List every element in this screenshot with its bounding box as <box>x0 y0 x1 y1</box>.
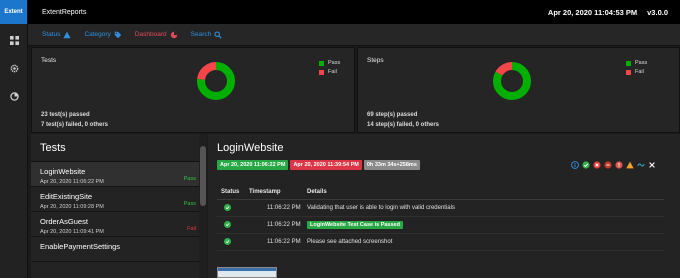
pie-chart-icon <box>170 31 177 38</box>
steps-summary-card: Steps Pass Fail 69 step(s) passed 14 ste… <box>357 47 680 133</box>
nav-search[interactable]: Search <box>190 30 223 39</box>
tests-summary-card: Tests Pass Fail 23 test(s) passed 7 test… <box>31 47 355 133</box>
search-icon <box>214 30 222 39</box>
warning-icon[interactable] <box>625 160 634 169</box>
column-timestamp: Timestamp <box>247 185 303 200</box>
log-row: 11:06:22 PM Validating that user is able… <box>217 199 664 217</box>
test-status: Pass <box>183 176 196 182</box>
nav-dashboard-label: Dashboard <box>134 31 167 38</box>
error-icon[interactable] <box>614 160 623 169</box>
steps-donut-chart <box>493 62 531 100</box>
test-time: Apr 20, 2020 11:09:28 PM <box>40 204 104 210</box>
version-label: v3.0.0 <box>647 7 668 17</box>
legend-pass: Pass <box>319 60 340 66</box>
end-time-badge: Apr 20, 2020 11:39:54 PM <box>290 160 362 170</box>
legend-pass: Pass <box>626 60 647 66</box>
log-timestamp: 11:06:22 PM <box>247 199 303 217</box>
status-filter-toolbar <box>568 160 656 169</box>
top-bar: ExtentReports Apr 20, 2020 11:04:53 PM v… <box>28 0 680 24</box>
grid-icon[interactable] <box>0 26 28 54</box>
legend-fail: Fail <box>626 69 647 75</box>
log-table: Status Timestamp Details 11:06:22 PM Val… <box>217 185 664 251</box>
pass-label: LoginWebsite Test Case is Passed <box>307 220 403 229</box>
test-name: EditExistingSite <box>40 192 93 201</box>
tests-legend: Pass Fail <box>319 60 340 78</box>
log-status <box>217 216 247 234</box>
test-list-header: Tests <box>31 134 206 162</box>
close-icon[interactable] <box>647 160 656 169</box>
column-details: Details <box>303 185 664 200</box>
duration-badge: 0h 33m 34s+258ms <box>363 160 420 170</box>
time-badges: Apr 20, 2020 11:06:22 PM Apr 20, 2020 11… <box>217 160 422 170</box>
tests-passed-text: 23 test(s) passed <box>41 112 90 118</box>
nav-status-label: Status <box>42 31 61 38</box>
nav-status[interactable]: Status <box>42 31 72 39</box>
tests-summary-text: 23 test(s) passed 7 test(s) failed, 0 ot… <box>41 110 108 130</box>
dashboard-icon[interactable] <box>0 82 28 110</box>
test-list-item[interactable]: OrderAsGuest Apr 20, 2020 11:09:41 PM Fa… <box>31 212 206 237</box>
fail-icon[interactable] <box>592 160 601 169</box>
tests-card-title: Tests <box>41 57 57 64</box>
log-status <box>217 233 247 251</box>
test-list-item[interactable]: EditExistingSite Apr 20, 2020 11:09:28 P… <box>31 187 206 212</box>
log-table-header: Status Timestamp Details <box>217 185 664 200</box>
test-status: Pass <box>183 201 196 207</box>
tests-failed-text: 7 test(s) failed, 0 others <box>41 122 109 128</box>
test-list-item[interactable]: EnablePaymentSettings <box>31 237 206 262</box>
log-row: 11:06:22 PM LoginWebsite Test Case is Pa… <box>217 216 664 234</box>
test-detail-panel: LoginWebsite Apr 20, 2020 11:06:22 PM Ap… <box>208 134 680 278</box>
log-timestamp: 11:06:22 PM <box>247 233 303 251</box>
report-datetime: Apr 20, 2020 11:04:53 PM <box>547 7 638 17</box>
test-list-item[interactable]: LoginWebsite Apr 20, 2020 11:06:22 PM Pa… <box>31 162 206 187</box>
nav-dashboard[interactable]: Dashboard <box>135 31 178 39</box>
steps-failed-text: 14 step(s) failed, 0 others <box>367 122 440 128</box>
steps-passed-text: 69 step(s) passed <box>367 112 418 118</box>
warning-icon <box>63 31 72 38</box>
brand-logo[interactable]: Extent <box>0 0 27 24</box>
test-name: OrderAsGuest <box>40 217 88 226</box>
attached-screenshot[interactable] <box>217 267 277 278</box>
test-time: Apr 20, 2020 11:09:41 PM <box>40 229 104 235</box>
fatal-icon[interactable] <box>603 160 612 169</box>
test-detail-title: LoginWebsite <box>217 142 284 154</box>
nav-bar: Status Category Dashboard Search <box>28 24 680 46</box>
steps-legend: Pass Fail <box>626 60 647 78</box>
check-icon <box>224 203 231 211</box>
log-row: 11:06:22 PM Please see attached screensh… <box>217 233 664 251</box>
tag-icon <box>114 31 122 38</box>
log-status <box>217 199 247 217</box>
nav-search-label: Search <box>190 31 212 38</box>
test-status: Fail <box>187 226 196 232</box>
check-icon <box>224 237 231 245</box>
test-time: Apr 20, 2020 11:06:22 PM <box>40 179 104 185</box>
log-details: Please see attached screenshot <box>303 233 664 251</box>
log-details: LoginWebsite Test Case is Passed <box>303 216 664 234</box>
nav-category-label: Category <box>84 31 111 38</box>
test-name: LoginWebsite <box>40 167 86 176</box>
gear-icon[interactable] <box>0 54 28 82</box>
log-details: Validating that user is able to login wi… <box>303 199 664 217</box>
app-title: ExtentReports <box>42 8 87 16</box>
test-list-panel: Tests LoginWebsite Apr 20, 2020 11:06:22… <box>31 134 207 278</box>
scrollbar-thumb[interactable] <box>200 146 206 206</box>
column-status: Status <box>217 185 247 200</box>
side-rail: Extent <box>0 0 28 278</box>
steps-summary-text: 69 step(s) passed 14 step(s) failed, 0 o… <box>367 110 439 130</box>
log-timestamp: 11:06:22 PM <box>247 216 303 234</box>
tests-donut-chart <box>197 62 235 100</box>
pass-icon[interactable] <box>581 160 590 169</box>
nav-category[interactable]: Category <box>84 31 122 39</box>
test-list-scrollbar[interactable] <box>199 134 207 278</box>
legend-fail: Fail <box>319 69 340 75</box>
skip-icon[interactable] <box>636 160 645 169</box>
check-icon <box>224 220 231 228</box>
start-time-badge: Apr 20, 2020 11:06:22 PM <box>217 160 289 170</box>
test-name: EnablePaymentSettings <box>40 242 121 251</box>
info-icon[interactable] <box>570 160 579 169</box>
steps-card-title: Steps <box>367 57 384 64</box>
